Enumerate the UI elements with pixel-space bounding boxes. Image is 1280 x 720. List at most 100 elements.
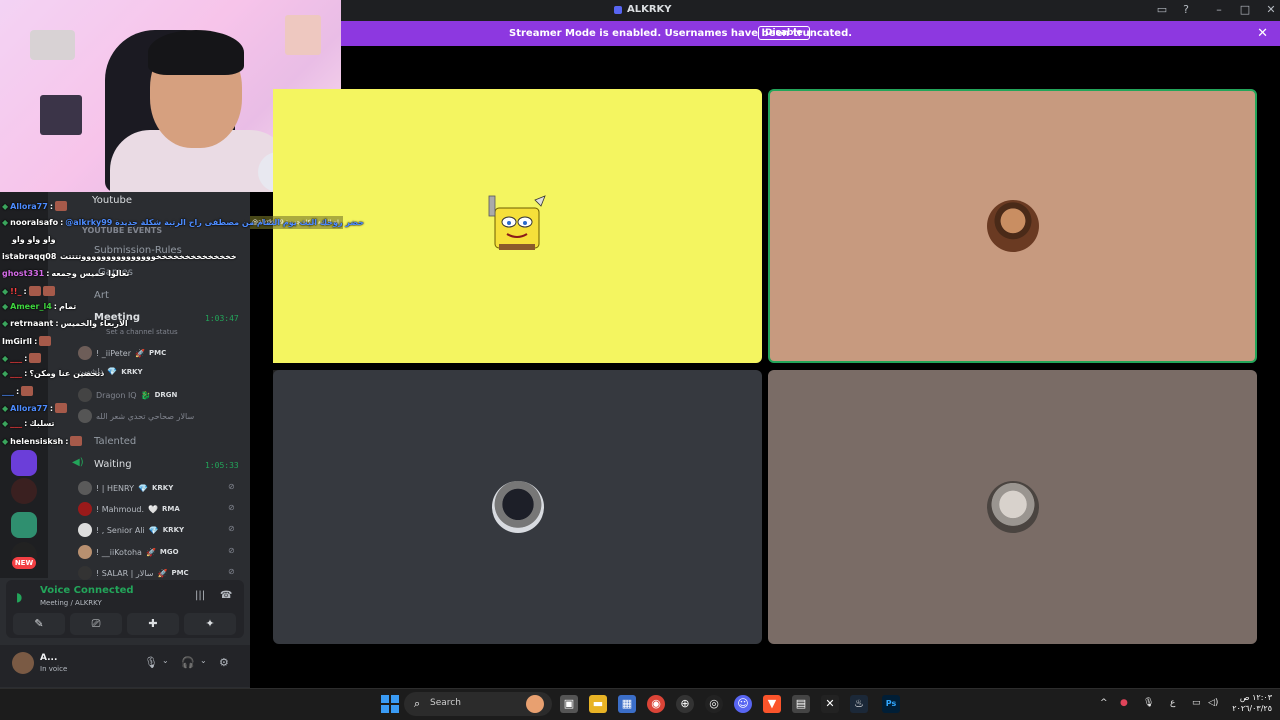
title-bar: ALKRKY ▭ ? – □ ✕ bbox=[341, 0, 1280, 21]
close-window-button[interactable]: ✕ bbox=[1264, 3, 1278, 17]
voice-speaker-icon: ◀) bbox=[72, 457, 84, 468]
channel-waiting[interactable]: Waiting bbox=[94, 459, 132, 470]
chat-message: istabraqq08 bbox=[2, 252, 57, 261]
settings-gear-icon[interactable]: ⚙ bbox=[219, 656, 229, 669]
minimize-button[interactable]: – bbox=[1212, 3, 1226, 17]
headphones-icon[interactable]: 🎧 bbox=[181, 656, 195, 669]
window-title: ALKRKY bbox=[614, 4, 672, 15]
server-icon[interactable] bbox=[11, 450, 37, 476]
screen-share-button[interactable]: ⎚ bbox=[70, 613, 122, 635]
spongebob-avatar bbox=[488, 195, 546, 250]
muted-icon: ⊘ bbox=[228, 503, 235, 512]
windows-start-icon[interactable] bbox=[381, 695, 399, 713]
chat-message: ◆ retrnaant: الاربعاء والخميس bbox=[2, 319, 128, 328]
chat-message: ◆ Allora77: bbox=[2, 201, 68, 211]
avatar bbox=[491, 481, 544, 533]
user-panel bbox=[0, 645, 250, 687]
tray-app-icon[interactable]: ● bbox=[1120, 698, 1128, 708]
voice-status[interactable]: Voice Connected bbox=[40, 585, 134, 596]
camera-button[interactable]: ✎ bbox=[13, 613, 65, 635]
chevron-down-icon[interactable]: ⌄ bbox=[162, 656, 169, 665]
muted-icon: ⊘ bbox=[228, 567, 235, 576]
search-icon: ⌕ bbox=[414, 697, 421, 710]
obs-icon[interactable]: ◎ bbox=[705, 695, 723, 713]
chat-message: ◆ nooralsafo: @alkrky99 حضر روحك البث يوم … bbox=[2, 218, 364, 227]
muted-icon: ⊘ bbox=[228, 546, 235, 555]
app-icon[interactable]: ⊕ bbox=[676, 695, 694, 713]
chat-message: واو واو واو bbox=[12, 235, 56, 244]
voice-member[interactable]: ! Mahmoud. 🤍 RMA bbox=[78, 502, 180, 516]
chat-message: ◆ ___: دتحضين عنا ومكن؟ bbox=[2, 369, 105, 378]
server-icon[interactable] bbox=[11, 478, 37, 504]
chat-message: ◆ ___: تسلبك bbox=[2, 419, 55, 428]
avatar bbox=[78, 545, 92, 559]
chat-message: ghost331: تعالوا خميس وجمعه bbox=[2, 269, 130, 278]
activities-button[interactable]: ✚ bbox=[127, 613, 179, 635]
noise-suppression-icon[interactable]: ||| bbox=[195, 590, 205, 601]
chat-message: ◆ ___: bbox=[2, 353, 42, 363]
signal-icon[interactable]: ◗ bbox=[16, 590, 22, 604]
file-explorer-icon[interactable]: ▬ bbox=[589, 695, 607, 713]
user-name[interactable]: A... bbox=[40, 653, 57, 663]
chat-message: ◆ Ameer_l4: تمام bbox=[2, 302, 77, 311]
new-badge: NEW bbox=[12, 557, 36, 569]
close-banner-icon[interactable]: ✕ bbox=[1257, 26, 1268, 41]
photoshop-icon[interactable]: Ps bbox=[882, 695, 900, 713]
disable-button[interactable]: Disable bbox=[758, 26, 810, 40]
avatar bbox=[986, 200, 1039, 252]
stream-chat-overlay: ◆ Allora77: ◆ nooralsafo: @alkrky99 حضر روح… bbox=[0, 192, 364, 452]
chat-message: ImGirll: bbox=[2, 336, 52, 346]
language-indicator[interactable]: ع bbox=[1170, 698, 1175, 708]
video-tile-speaking[interactable] bbox=[768, 89, 1257, 363]
task-view-icon[interactable]: ▣ bbox=[560, 695, 578, 713]
voice-member[interactable]: ! , Senior Ali 💎 KRKY bbox=[78, 523, 184, 537]
help-icon[interactable]: ? bbox=[1179, 3, 1193, 17]
user-status: In voice bbox=[40, 665, 68, 673]
video-tile[interactable] bbox=[768, 370, 1257, 644]
voice-member[interactable]: ! | HENRY 💎 KRKY bbox=[78, 481, 173, 495]
avatar bbox=[78, 481, 92, 495]
volume-icon[interactable]: ◁) bbox=[1208, 698, 1218, 708]
muted-icon: ⊘ bbox=[228, 524, 235, 533]
microphone-icon[interactable]: 🎙 bbox=[144, 656, 158, 669]
chat-message: ◆ helensisksh: bbox=[2, 436, 83, 446]
taskbar-clock[interactable]: ١٢:٠٣ ص ٢٠٢٦/٠٣/٢٥ bbox=[1228, 692, 1272, 714]
avatar bbox=[78, 502, 92, 516]
network-icon[interactable]: ▭ bbox=[1192, 698, 1201, 708]
avatar bbox=[986, 481, 1039, 533]
streamer-hair bbox=[148, 30, 244, 75]
award-plaque bbox=[30, 30, 75, 60]
screen-share-icon[interactable]: ▭ bbox=[1155, 3, 1169, 17]
avatar bbox=[78, 566, 92, 580]
tray-chevron-up-icon[interactable]: ^ bbox=[1100, 698, 1108, 708]
waiting-timer: 1:05:33 bbox=[205, 461, 239, 470]
steam-icon[interactable]: ♨ bbox=[850, 695, 868, 713]
chevron-down-icon[interactable]: ⌄ bbox=[200, 656, 207, 665]
tray-microphone-icon[interactable]: 🎙 bbox=[1143, 698, 1154, 708]
app-icon[interactable]: ▤ bbox=[792, 695, 810, 713]
voice-member[interactable]: ! __iiKotoha 🚀 MGO bbox=[78, 545, 179, 559]
chat-message: ◆ !!_: bbox=[2, 286, 55, 296]
discord-logo-icon bbox=[614, 5, 622, 14]
server-icon[interactable] bbox=[11, 512, 37, 538]
taskbar bbox=[0, 688, 1280, 720]
avatar bbox=[78, 523, 92, 537]
voice-location[interactable]: Meeting / ALKRKY bbox=[40, 599, 102, 607]
award-plaque bbox=[285, 15, 321, 55]
voice-member[interactable]: ! SALAR | سالار 🚀 PMC bbox=[78, 566, 189, 580]
award-plaque bbox=[40, 95, 82, 135]
avatar[interactable] bbox=[12, 652, 34, 674]
chat-message: ___: bbox=[2, 386, 34, 396]
news-widget-icon[interactable] bbox=[526, 695, 544, 713]
brave-icon[interactable]: ▼ bbox=[763, 695, 781, 713]
chrome-icon[interactable]: ◉ bbox=[647, 695, 665, 713]
muted-icon: ⊘ bbox=[228, 482, 235, 491]
store-icon[interactable]: ▦ bbox=[618, 695, 636, 713]
discord-icon[interactable]: ☺ bbox=[734, 695, 752, 713]
chat-message: خخخخخخخخخخخخخخوووووووووووووووتتتتت bbox=[60, 252, 237, 261]
maximize-button[interactable]: □ bbox=[1238, 3, 1252, 17]
video-tile[interactable] bbox=[273, 370, 762, 644]
soundboard-button[interactable]: ✦ bbox=[184, 613, 236, 635]
capcut-icon[interactable]: ✕ bbox=[821, 695, 839, 713]
disconnect-icon[interactable]: ☎ bbox=[220, 590, 232, 601]
